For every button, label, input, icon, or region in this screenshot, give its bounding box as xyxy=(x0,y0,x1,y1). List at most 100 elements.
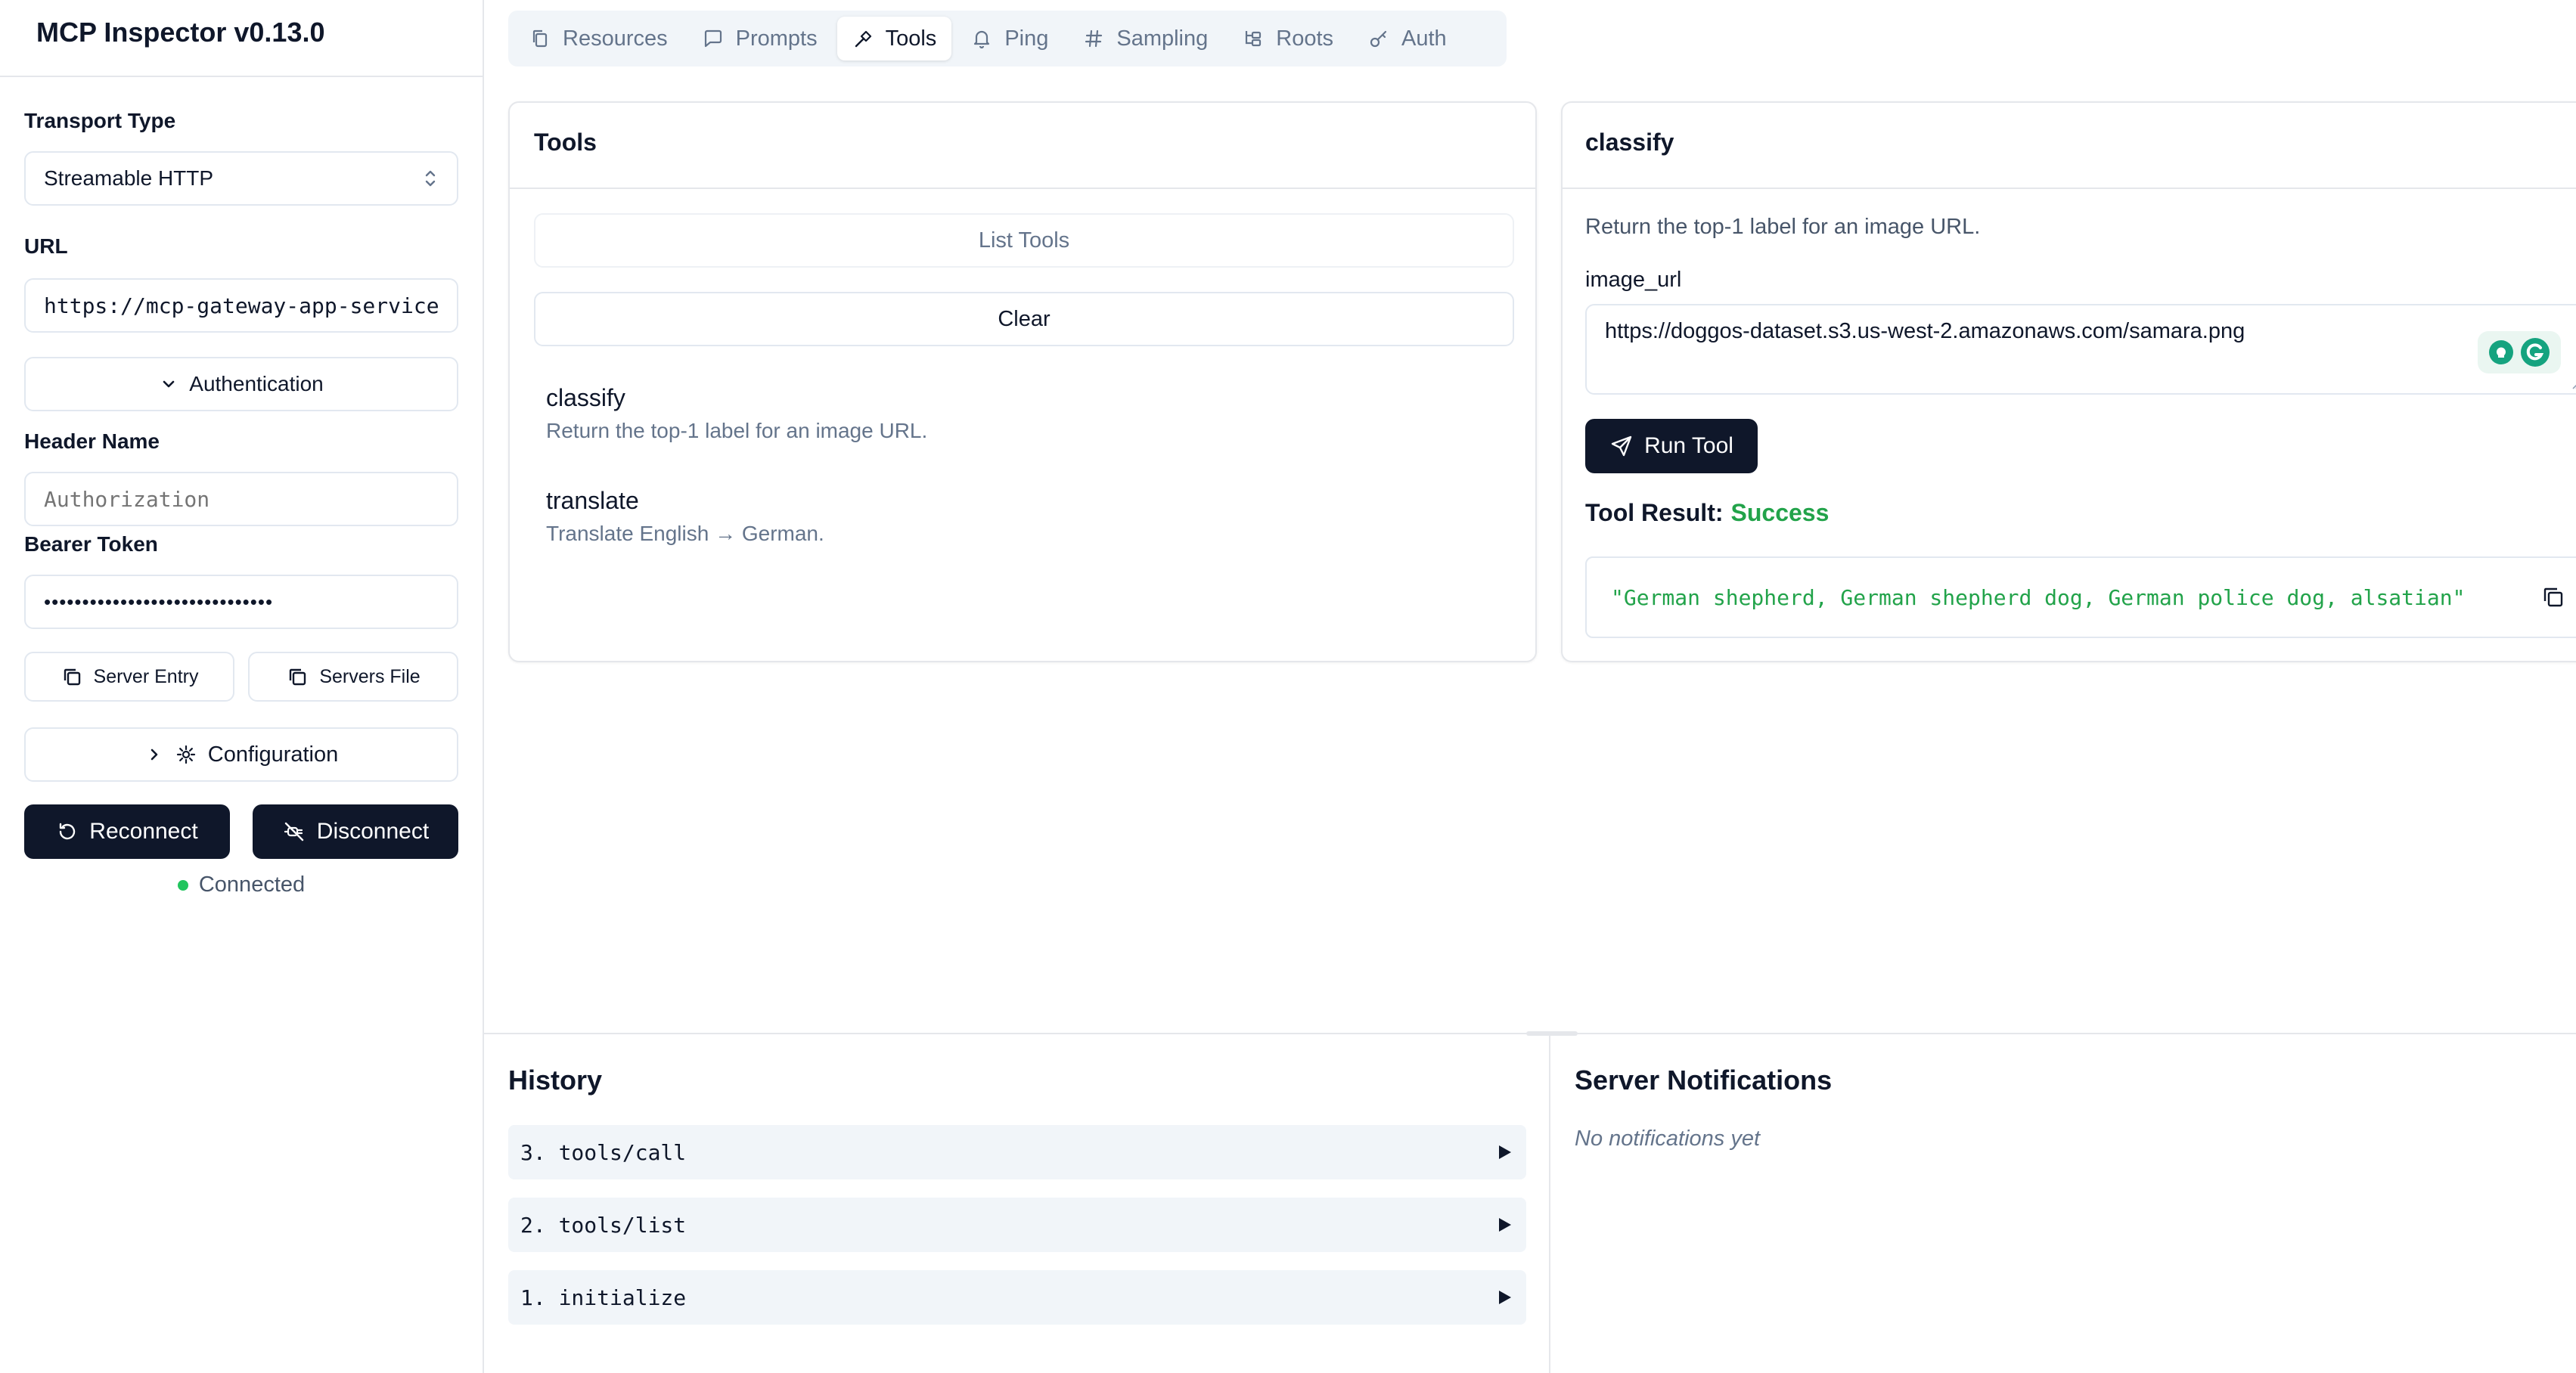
tab-tools[interactable]: Tools xyxy=(836,17,952,60)
history-item[interactable]: 2. tools/list xyxy=(508,1198,1526,1252)
tab-auth[interactable]: Auth xyxy=(1353,17,1462,60)
history-item-label: 3. tools/call xyxy=(520,1139,687,1165)
disconnect-button[interactable]: Disconnect xyxy=(253,804,458,859)
panel-divider xyxy=(1563,188,2576,189)
image-url-value: https://doggos-dataset.s3.us-west-2.amaz… xyxy=(1605,319,2245,343)
gear-icon xyxy=(175,743,197,766)
server-notifications-title: Server Notifications xyxy=(1575,1065,1833,1096)
status-text: Connected xyxy=(198,872,306,897)
tab-label: Resources xyxy=(563,26,668,51)
hammer-icon xyxy=(852,28,874,49)
resize-grip-icon[interactable] xyxy=(2570,380,2576,390)
connection-status: Connected xyxy=(0,872,483,897)
run-tool-label: Run Tool xyxy=(1644,433,1733,458)
configuration-toggle-button[interactable]: Configuration xyxy=(24,727,458,782)
tool-result-label: Tool Result: xyxy=(1585,499,1724,526)
history-item-label: 2. tools/list xyxy=(520,1212,687,1238)
tab-sampling[interactable]: Sampling xyxy=(1068,17,1223,60)
copy-result-icon[interactable] xyxy=(2540,584,2567,611)
key-icon xyxy=(1368,28,1389,49)
tool-result-heading: Tool Result: Success xyxy=(1585,499,1829,527)
transport-type-label: Transport Type xyxy=(24,109,176,132)
grammarly-icon xyxy=(2520,337,2550,367)
grammarly-widget[interactable] xyxy=(2478,331,2561,373)
run-tool-button[interactable]: Run Tool xyxy=(1585,419,1758,473)
status-dot xyxy=(177,879,188,891)
tab-roots[interactable]: Roots xyxy=(1227,17,1349,60)
tools-panel-title: Tools xyxy=(534,129,597,156)
list-tools-button[interactable]: List Tools xyxy=(534,213,1514,268)
tool-name: classify xyxy=(546,384,625,411)
server-entry-label: Server Entry xyxy=(93,665,199,687)
image-url-textarea[interactable]: https://doggos-dataset.s3.us-west-2.amaz… xyxy=(1585,304,2576,395)
tool-result-status: Success xyxy=(1730,499,1830,526)
url-input[interactable]: https://mcp-gateway-app-service xyxy=(24,278,458,333)
send-icon xyxy=(1609,434,1634,458)
tool-description: Translate English → German. xyxy=(546,522,824,545)
message-square-icon xyxy=(703,28,724,49)
tab-label: Auth xyxy=(1401,26,1447,51)
play-icon xyxy=(1494,1288,1514,1307)
tool-result-value: "German shepherd, German shepherd dog, G… xyxy=(1611,584,2466,610)
play-icon xyxy=(1494,1215,1514,1235)
header-name-input[interactable] xyxy=(24,472,458,526)
tab-resources[interactable]: Resources xyxy=(514,17,683,60)
tool-detail-description: Return the top-1 label for an image URL. xyxy=(1585,215,1981,239)
tool-description: Return the top-1 label for an image URL. xyxy=(546,419,928,442)
folder-tree-icon xyxy=(1243,28,1264,49)
authentication-toggle-button[interactable]: Authentication xyxy=(24,357,458,411)
copy-icon xyxy=(61,665,83,688)
bottom-split-divider xyxy=(1549,1034,1550,1373)
servers-file-label: Servers File xyxy=(319,665,421,687)
bell-icon xyxy=(971,28,992,49)
url-value: https://mcp-gateway-app-service xyxy=(44,293,439,318)
chevrons-up-down-icon xyxy=(422,167,439,190)
tab-ping[interactable]: Ping xyxy=(956,17,1063,60)
panel-resize-handle[interactable] xyxy=(1526,1031,1578,1036)
tool-detail-panel: classify Return the top-1 label for an i… xyxy=(1561,101,2576,662)
unplug-icon xyxy=(282,820,306,844)
tab-label: Tools xyxy=(885,26,937,51)
hash-icon xyxy=(1083,28,1104,49)
sidebar-divider xyxy=(0,76,483,77)
tab-label: Ping xyxy=(1004,26,1049,51)
history-item[interactable]: 1. initialize xyxy=(508,1270,1526,1325)
bearer-token-value: •••••••••••••••••••••••••••••• xyxy=(44,590,274,613)
reconnect-label: Reconnect xyxy=(89,819,198,844)
server-entry-button[interactable]: Server Entry xyxy=(24,652,234,702)
servers-file-button[interactable]: Servers File xyxy=(248,652,458,702)
disconnect-label: Disconnect xyxy=(316,819,430,844)
app-title: MCP Inspector v0.13.0 xyxy=(36,17,325,48)
history-title: History xyxy=(508,1065,603,1096)
clear-label: Clear xyxy=(998,306,1051,331)
copy-icon xyxy=(286,665,309,688)
bearer-token-label: Bearer Token xyxy=(24,532,158,556)
play-icon xyxy=(1494,1142,1514,1162)
authentication-label: Authentication xyxy=(189,372,324,395)
configuration-label: Configuration xyxy=(207,742,339,767)
tab-label: Sampling xyxy=(1116,26,1209,51)
tab-label: Prompts xyxy=(735,26,818,51)
panel-divider xyxy=(510,188,1535,189)
bearer-token-input[interactable]: •••••••••••••••••••••••••••••• xyxy=(24,575,458,629)
tab-prompts[interactable]: Prompts xyxy=(687,17,833,60)
history-item[interactable]: 3. tools/call xyxy=(508,1125,1526,1179)
transport-type-select[interactable]: Streamable HTTP xyxy=(24,151,458,206)
clear-button[interactable]: Clear xyxy=(534,292,1514,346)
tool-name: translate xyxy=(546,487,639,514)
bottom-area: History 3. tools/call 2. tools/list 1. i… xyxy=(484,1031,2576,1373)
tool-result-box: "German shepherd, German shepherd dog, G… xyxy=(1585,556,2576,638)
lightbulb-icon xyxy=(2488,339,2514,365)
transport-type-value: Streamable HTTP xyxy=(44,166,214,190)
tab-label: Roots xyxy=(1276,26,1334,51)
header-name-label: Header Name xyxy=(24,429,160,453)
tab-bar: Resources Prompts Tools Ping Sampling Ro… xyxy=(508,11,1507,67)
rotate-ccw-icon xyxy=(56,820,79,843)
list-tools-label: List Tools xyxy=(978,228,1070,253)
chevron-right-icon xyxy=(144,745,164,764)
tool-detail-title: classify xyxy=(1585,129,1674,156)
url-label: URL xyxy=(24,234,68,258)
files-icon xyxy=(529,28,551,49)
reconnect-button[interactable]: Reconnect xyxy=(24,804,230,859)
tools-panel: Tools List Tools Clear classify Return t… xyxy=(508,101,1537,662)
